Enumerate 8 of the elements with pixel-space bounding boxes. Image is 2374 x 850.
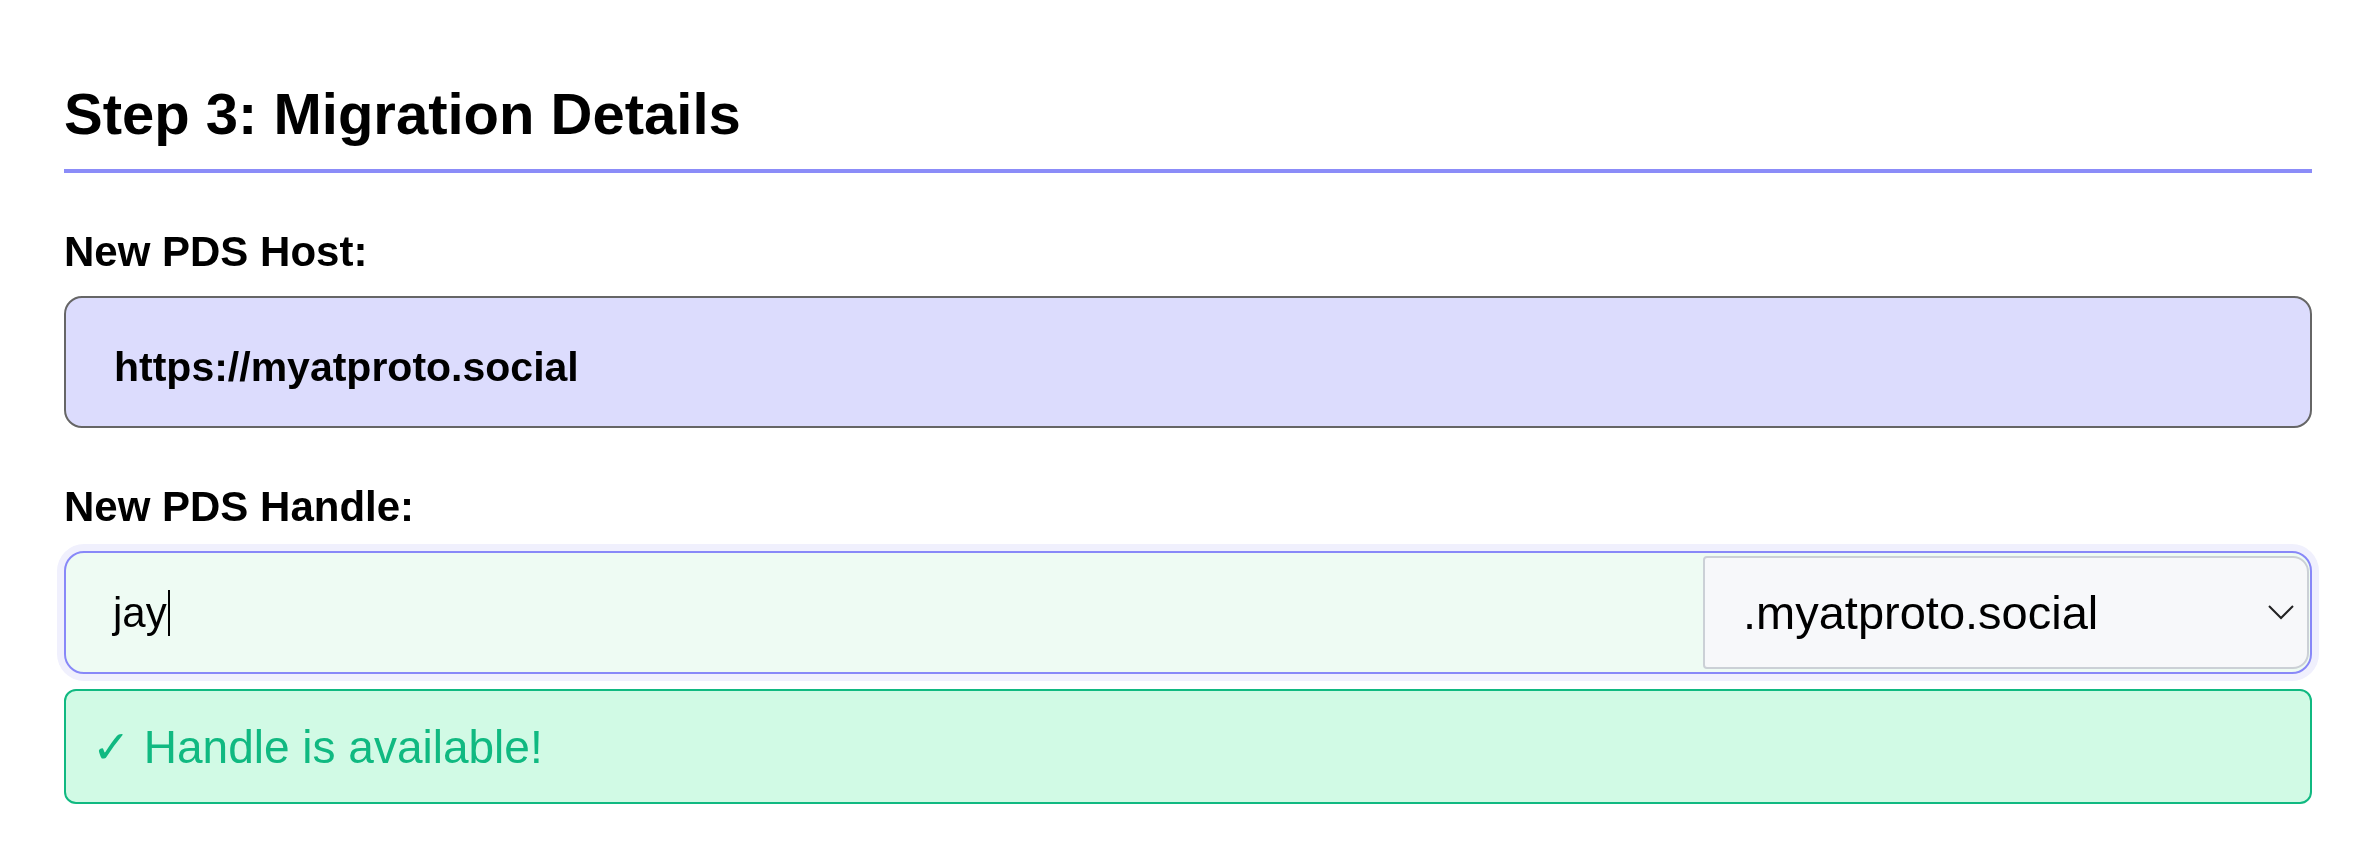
availability-message: ✓ Handle is available! bbox=[64, 689, 2312, 804]
section-title: Step 3: Migration Details bbox=[64, 80, 2312, 173]
field-label: New PDS Handle: bbox=[64, 483, 415, 531]
host-input[interactable]: https://myatproto.social bbox=[64, 296, 2312, 428]
chevron-down-icon bbox=[2268, 605, 2294, 620]
field-label: New PDS Host: bbox=[64, 228, 368, 276]
domain-select[interactable]: .myatproto.social bbox=[1703, 556, 2309, 669]
text-cursor-icon bbox=[167, 589, 170, 636]
